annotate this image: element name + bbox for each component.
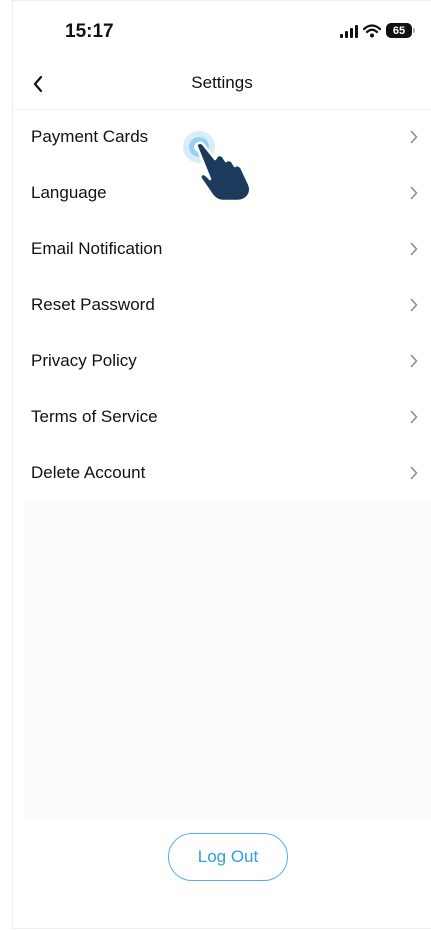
- signal-icon: [340, 24, 358, 38]
- settings-item-label: Language: [31, 183, 107, 202]
- settings-item-label: Terms of Service: [31, 407, 158, 426]
- battery-icon: 65: [386, 23, 415, 38]
- status-time: 15:17: [65, 21, 114, 42]
- chevron-right-icon: [407, 242, 421, 256]
- settings-item-reset-password[interactable]: Reset Password: [13, 277, 431, 333]
- chevron-right-icon: [407, 298, 421, 312]
- chevron-right-icon: [407, 410, 421, 424]
- logout-button[interactable]: Log Out: [168, 833, 288, 881]
- chevron-right-icon: [407, 130, 421, 144]
- chevron-right-icon: [407, 354, 421, 368]
- empty-content-area: [23, 501, 431, 821]
- pointing-hand-icon: [183, 131, 252, 203]
- settings-item-label: Reset Password: [31, 295, 155, 314]
- settings-item-email-notification[interactable]: Email Notification: [13, 221, 431, 277]
- wifi-icon: [363, 23, 381, 37]
- settings-item-label: Email Notification: [31, 239, 163, 258]
- settings-item-label: Payment Cards: [31, 127, 149, 146]
- nav-bar: Settings: [13, 59, 431, 110]
- chevron-right-icon: [407, 466, 421, 480]
- settings-item-delete-account[interactable]: Delete Account: [13, 445, 431, 501]
- settings-item-label: Delete Account: [31, 463, 146, 482]
- chevron-right-icon: [407, 186, 421, 200]
- battery-level: 65: [386, 23, 412, 38]
- settings-screen: 15:17 65 Settings Payment Cards Language…: [12, 0, 431, 929]
- settings-item-label: Privacy Policy: [31, 351, 137, 370]
- settings-item-privacy-policy[interactable]: Privacy Policy: [13, 333, 431, 389]
- status-bar: 15:17 65: [13, 1, 431, 57]
- settings-item-terms-of-service[interactable]: Terms of Service: [13, 389, 431, 445]
- page-title: Settings: [191, 73, 253, 92]
- status-icons: 65: [340, 23, 415, 38]
